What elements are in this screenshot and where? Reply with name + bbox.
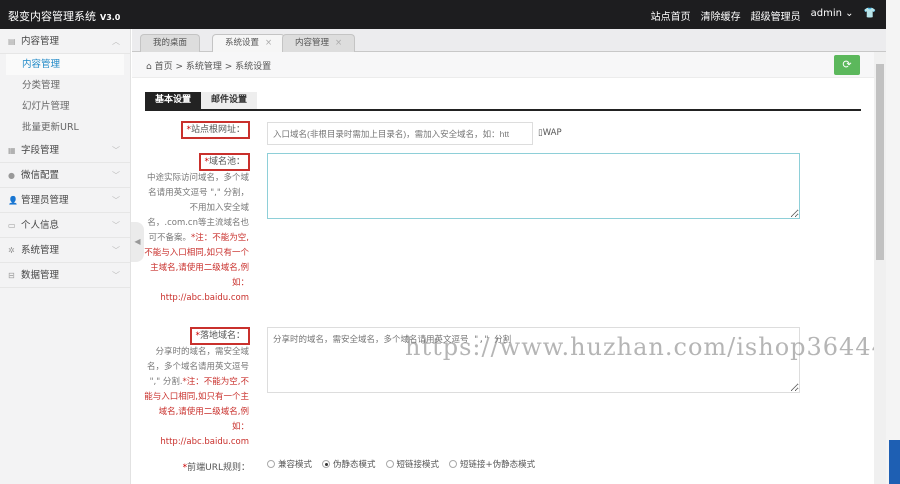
chevron-down-icon: ﹀ bbox=[112, 146, 120, 155]
skin-shirt-icon[interactable]: 👕 bbox=[864, 8, 876, 23]
chevron-down-icon: ﹀ bbox=[112, 171, 120, 180]
label-text: 站点根网址： bbox=[190, 125, 245, 135]
tab-basic-settings[interactable]: 基本设置 bbox=[145, 92, 202, 109]
label: 字段管理 bbox=[21, 145, 60, 156]
radio-label: 短链接模式 bbox=[396, 460, 440, 470]
home-icon: ⌂ bbox=[146, 62, 152, 72]
site-url-label: *站点根网址： bbox=[181, 121, 250, 139]
sidebar-group-profile[interactable]: ▭ 个人信息 ﹀ bbox=[0, 213, 130, 238]
chevron-down-icon: ﹀ bbox=[112, 271, 120, 280]
tab-system-settings[interactable]: 系统设置 × bbox=[212, 34, 286, 52]
grid-icon: ▦ bbox=[8, 146, 16, 155]
sidebar-item-content[interactable]: 内容管理 bbox=[6, 54, 124, 75]
breadcrumb-current: 系统设置 bbox=[235, 62, 272, 72]
app-title: 裂变内容管理系统 V3.0 bbox=[8, 8, 120, 24]
radio-short-link-pseudo[interactable]: 短链接+伪静态模式 bbox=[449, 458, 535, 470]
radio-label: 伪静态模式 bbox=[333, 460, 376, 470]
refresh-icon: ⟳ bbox=[842, 58, 852, 71]
page-tabs: 我的桌面 系统设置 × 内容管理 × bbox=[132, 29, 886, 52]
top-bar: 裂变内容管理系统 V3.0 站点首页 清除缓存 超级管理员 admin ⌄ 👕 bbox=[0, 0, 886, 29]
wap-toggle[interactable]: ▯WAP bbox=[538, 128, 562, 138]
label: 数据管理 bbox=[21, 270, 60, 281]
domain-pool-label: *域名池： bbox=[199, 153, 250, 171]
radio-circle[interactable] bbox=[322, 460, 331, 468]
sidebar-group-content[interactable]: ▤ 内容管理 ︿ bbox=[0, 29, 130, 54]
help-example: http://abc.baidu.com bbox=[160, 293, 249, 303]
blue-edge-block bbox=[889, 440, 900, 484]
tab-mail-settings[interactable]: 邮件设置 bbox=[201, 92, 258, 109]
sidebar-group-wechat[interactable]: ● 微信配置 ﹀ bbox=[0, 163, 130, 188]
settings-tabs: 基本设置 邮件设置 bbox=[145, 92, 861, 111]
label: 微信配置 bbox=[21, 170, 60, 181]
tab-label: 内容管理 bbox=[295, 38, 330, 48]
label-text: 落地域名： bbox=[199, 331, 245, 341]
label: 个人信息 bbox=[21, 220, 60, 231]
user-icon: 👤 bbox=[8, 196, 18, 205]
tab-label: 我的桌面 bbox=[153, 38, 188, 48]
document-icon: ▤ bbox=[8, 37, 16, 46]
radio-label: 兼容模式 bbox=[278, 460, 313, 470]
domain-pool-textarea[interactable] bbox=[267, 153, 800, 219]
tab-label: 系统设置 bbox=[225, 38, 260, 48]
chevron-down-icon: ⌄ bbox=[845, 8, 854, 19]
label: 管理员管理 bbox=[21, 195, 69, 206]
version: V3.0 bbox=[100, 13, 121, 22]
sidebar: ▤ 内容管理 ︿ 内容管理 分类管理 幻灯片管理 批量更新URL ▦ 字段管理 ﹀ … bbox=[0, 29, 131, 484]
refresh-button[interactable]: ⟳ bbox=[834, 55, 860, 75]
database-icon: ⊟ bbox=[8, 271, 15, 280]
radio-circle[interactable] bbox=[267, 460, 275, 468]
sidebar-group-admins[interactable]: 👤 管理员管理 ﹀ bbox=[0, 188, 130, 213]
radio-short-link[interactable]: 短链接模式 bbox=[385, 458, 440, 470]
breadcrumb: ⌂ 首页 > 系统管理 > 系统设置 ⟳ bbox=[132, 52, 874, 78]
user-menu[interactable]: admin ⌄ bbox=[811, 8, 854, 23]
wechat-icon: ● bbox=[8, 171, 15, 180]
breadcrumb-system[interactable]: 系统管理 bbox=[186, 62, 222, 72]
sidebar-item-category[interactable]: 分类管理 bbox=[0, 75, 130, 96]
label-text: 前端URL规则： bbox=[187, 463, 250, 473]
sidebar-item-batch-url[interactable]: 批量更新URL bbox=[0, 117, 130, 138]
domain-pool-help: 中途实际访问域名，多个域名请用英文逗号 "," 分割，不用加入安全域名，.com… bbox=[143, 171, 249, 306]
site-url-input[interactable] bbox=[267, 122, 533, 145]
chevron-down-icon: ﹀ bbox=[112, 196, 120, 205]
label: 系统管理 bbox=[21, 245, 60, 256]
chevron-down-icon: ﹀ bbox=[112, 246, 120, 255]
breadcrumb-home[interactable]: 首页 bbox=[155, 62, 173, 72]
radio-compat[interactable]: 兼容模式 bbox=[267, 458, 312, 470]
site-home-link[interactable]: 站点首页 bbox=[651, 8, 691, 23]
radio-circle[interactable] bbox=[449, 460, 458, 468]
username: admin bbox=[810, 8, 842, 19]
close-icon[interactable]: × bbox=[265, 38, 272, 48]
id-card-icon: ▭ bbox=[8, 221, 16, 230]
url-rule-radios: 兼容模式 伪静态模式 短链接模式 短链接+伪静态模式 bbox=[267, 458, 535, 470]
url-rule-label: *前端URL规则： bbox=[182, 463, 250, 473]
landing-domain-label: *落地域名： bbox=[190, 327, 250, 345]
sidebar-item-slides[interactable]: 幻灯片管理 bbox=[0, 96, 130, 117]
clear-cache-link[interactable]: 清除缓存 bbox=[701, 8, 741, 23]
tab-content-management[interactable]: 内容管理 × bbox=[282, 34, 356, 52]
help-example: http://abc.baidu.com bbox=[160, 437, 249, 447]
label-text: 域名池： bbox=[208, 157, 245, 167]
chevron-down-icon: ﹀ bbox=[112, 221, 120, 230]
scrollbar[interactable] bbox=[874, 52, 886, 484]
radio-pseudo-static[interactable]: 伪静态模式 bbox=[322, 458, 376, 470]
landing-domain-help: 分享时的域名，需安全域名，多个域名请用英文逗号 "," 分割.*注：不能为空,不… bbox=[143, 345, 249, 450]
app-title-text: 裂变内容管理系统 bbox=[8, 10, 96, 23]
sidebar-group-system[interactable]: ✲ 系统管理 ﹀ bbox=[0, 238, 130, 263]
radio-circle[interactable] bbox=[385, 460, 394, 468]
radio-label: 短链接+伪静态模式 bbox=[460, 460, 536, 470]
sidebar-group-data[interactable]: ⊟ 数据管理 ﹀ bbox=[0, 263, 130, 288]
scrollbar-thumb[interactable] bbox=[876, 64, 884, 260]
right-edge bbox=[886, 0, 900, 484]
sidebar-group-fields[interactable]: ▦ 字段管理 ﹀ bbox=[0, 138, 130, 163]
label: 内容管理 bbox=[21, 36, 60, 47]
role-label: 超级管理员 bbox=[750, 12, 801, 23]
watermark: https://www.huzhan.com/ishop36444 bbox=[405, 333, 888, 361]
tab-desktop[interactable]: 我的桌面 bbox=[140, 34, 201, 52]
wap-label: WAP bbox=[542, 128, 562, 138]
chevron-up-icon: ︿ bbox=[112, 37, 120, 46]
gear-icon: ✲ bbox=[8, 246, 15, 255]
close-icon[interactable]: × bbox=[335, 38, 342, 48]
